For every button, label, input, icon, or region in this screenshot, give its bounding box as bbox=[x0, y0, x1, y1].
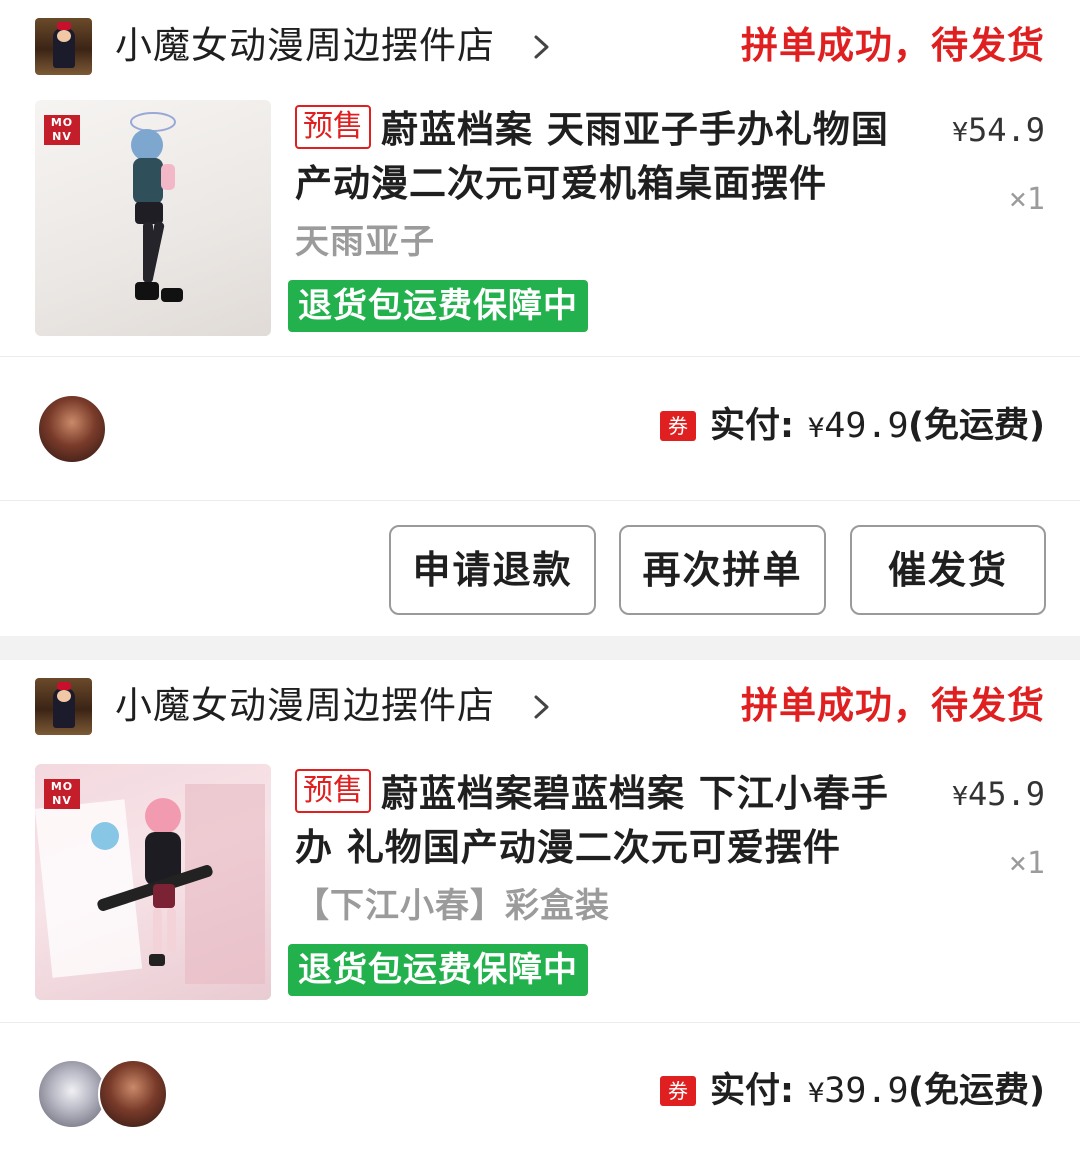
shipping-note: (免运费) bbox=[908, 406, 1045, 446]
order-card: 小魔女动漫周边摆件店 拼单成功，待发货 MO NV 预售 蔚蓝档案 天雨亚子手办… bbox=[0, 0, 1080, 636]
product-spec: 【下江小春】彩盒装 bbox=[295, 886, 610, 926]
urge-shipment-button[interactable]: 催发货 bbox=[850, 525, 1046, 615]
paid-amount: ¥39.9 bbox=[808, 1068, 909, 1117]
product-image[interactable]: MO NV bbox=[35, 764, 271, 1000]
product-title[interactable]: 蔚蓝档案 天雨亚子手办礼物国产动漫二次元可爱机箱桌面摆件 bbox=[295, 108, 889, 205]
payment-row: 券 实付: ¥49.9 (免运费) bbox=[0, 357, 1080, 497]
product-image[interactable]: MO NV bbox=[35, 100, 271, 336]
currency-symbol: ¥ bbox=[952, 782, 968, 812]
currency-symbol: ¥ bbox=[808, 413, 825, 444]
order-status: 拼单成功，待发货 bbox=[741, 684, 1045, 727]
order-card: 小魔女动漫周边摆件店 拼单成功，待发货 MO NV 预售 蔚蓝档案碧蓝档案 下江… bbox=[0, 660, 1080, 1163]
currency-symbol: ¥ bbox=[808, 1078, 825, 1109]
shop-name[interactable]: 小魔女动漫周边摆件店 bbox=[115, 24, 495, 68]
chevron-right-icon[interactable] bbox=[530, 687, 554, 727]
reorder-button[interactable]: 再次拼单 bbox=[619, 525, 826, 615]
coupon-icon: 券 bbox=[660, 411, 696, 441]
product-item[interactable]: MO NV 预售 蔚蓝档案 天雨亚子手办礼物国产动漫二次元可爱机箱桌面摆件 天雨亚… bbox=[0, 100, 1080, 336]
brand-logo: MO NV bbox=[44, 779, 80, 809]
orders-page: 小魔女动漫周边摆件店 拼单成功，待发货 MO NV 预售 蔚蓝档案 天雨亚子手办… bbox=[0, 0, 1080, 1163]
order-header[interactable]: 小魔女动漫周边摆件店 拼单成功，待发货 bbox=[0, 660, 1080, 755]
order-status: 拼单成功，待发货 bbox=[741, 24, 1045, 67]
paid-amount: ¥49.9 bbox=[808, 403, 909, 452]
paid-label: 实付: bbox=[710, 1071, 794, 1111]
currency-symbol: ¥ bbox=[952, 118, 968, 148]
brand-logo: MO NV bbox=[44, 115, 80, 145]
coupon-icon: 券 bbox=[660, 1076, 696, 1106]
section-gap bbox=[0, 636, 1080, 660]
quantity: ×1 bbox=[1008, 182, 1045, 217]
product-title-block[interactable]: 预售 蔚蓝档案 天雨亚子手办礼物国产动漫二次元可爱机箱桌面摆件 bbox=[295, 103, 905, 211]
unit-price-value: 54.9 bbox=[967, 111, 1045, 149]
paid-amount-value: 49.9 bbox=[824, 406, 909, 446]
request-refund-button[interactable]: 申请退款 bbox=[389, 525, 596, 615]
paid-amount-value: 39.9 bbox=[824, 1071, 909, 1111]
buyer-avatar[interactable] bbox=[37, 394, 107, 464]
buyer-avatar[interactable] bbox=[98, 1059, 168, 1129]
divider bbox=[0, 500, 1080, 501]
chevron-right-icon[interactable] bbox=[530, 27, 554, 67]
guarantee-badge: 退货包运费保障中 bbox=[288, 944, 588, 996]
unit-price: ¥54.9 bbox=[952, 110, 1045, 153]
unit-price-value: 45.9 bbox=[967, 775, 1045, 813]
product-spec: 天雨亚子 bbox=[295, 222, 435, 262]
paid-label: 实付: bbox=[710, 406, 794, 446]
order-actions: 申请退款 再次拼单 催发货 bbox=[0, 520, 1080, 620]
shop-name[interactable]: 小魔女动漫周边摆件店 bbox=[115, 684, 495, 728]
presale-tag: 预售 bbox=[295, 105, 371, 149]
quantity: ×1 bbox=[1008, 846, 1045, 881]
guarantee-badge: 退货包运费保障中 bbox=[288, 280, 588, 332]
shipping-note: (免运费) bbox=[908, 1071, 1045, 1111]
payment-row: 券 实付: ¥39.9 (免运费) bbox=[0, 1022, 1080, 1162]
shop-avatar[interactable] bbox=[35, 18, 92, 75]
order-header[interactable]: 小魔女动漫周边摆件店 拼单成功，待发货 bbox=[0, 0, 1080, 95]
product-title[interactable]: 蔚蓝档案碧蓝档案 下江小春手办 礼物国产动漫二次元可爱摆件 bbox=[295, 772, 889, 869]
presale-tag: 预售 bbox=[295, 769, 371, 813]
unit-price: ¥45.9 bbox=[952, 774, 1045, 817]
shop-avatar[interactable] bbox=[35, 678, 92, 735]
product-item[interactable]: MO NV 预售 蔚蓝档案碧蓝档案 下江小春手办 礼物国产动漫二次元可爱摆件 【下… bbox=[0, 764, 1080, 1000]
product-title-block[interactable]: 预售 蔚蓝档案碧蓝档案 下江小春手办 礼物国产动漫二次元可爱摆件 bbox=[295, 767, 905, 875]
buyer-avatar[interactable] bbox=[37, 1059, 107, 1129]
